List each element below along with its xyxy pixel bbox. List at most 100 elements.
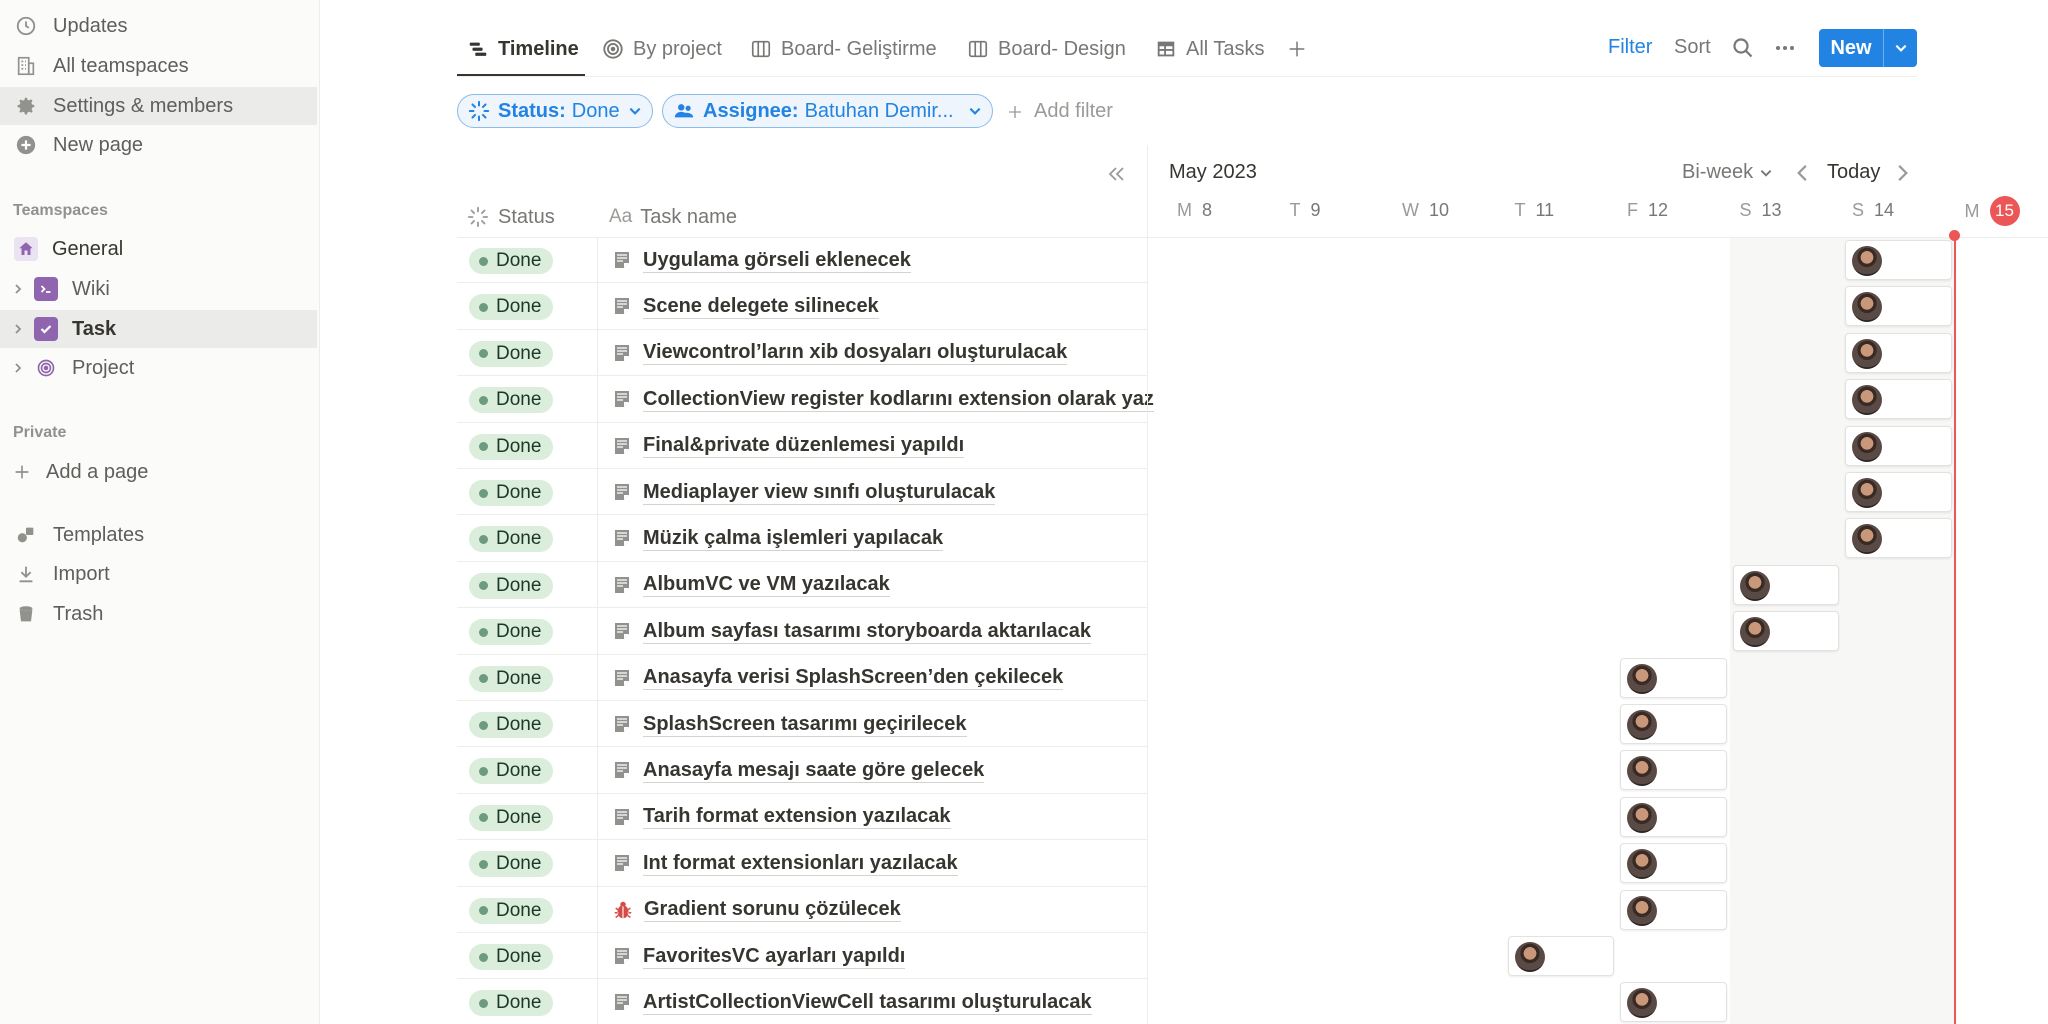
task-name[interactable]: Int format extensionları yazılacak [643, 851, 958, 876]
table-row[interactable]: Done FavoritesVC ayarları yapıldı [457, 933, 1147, 980]
task-name[interactable]: Scene delegete silinecek [643, 294, 879, 319]
timeline-task-card[interactable] [1845, 425, 1952, 466]
timeline-task-card[interactable] [1507, 936, 1614, 976]
task-name-cell[interactable]: Gradient sorunu çözülecek [612, 887, 901, 933]
table-row[interactable]: Done Uygulama görseli eklenecek [457, 237, 1147, 284]
chevron-right-icon[interactable] [12, 283, 26, 295]
table-row[interactable]: Done Scene delegete silinecek [457, 283, 1147, 330]
sidebar-item-trash[interactable]: Trash [0, 595, 317, 633]
timeline-task-card[interactable] [1620, 657, 1727, 698]
status-badge[interactable]: Done [469, 340, 554, 367]
teamspace-general[interactable]: General [0, 230, 317, 268]
task-name-cell[interactable]: ArtistCollectionViewCell tasarımı oluştu… [612, 979, 1092, 1024]
status-badge[interactable]: Done [469, 712, 554, 738]
status-badge[interactable]: Done [469, 758, 554, 785]
task-name[interactable]: ArtistCollectionViewCell tasarımı oluştu… [643, 990, 1092, 1015]
timeline-task-card[interactable] [1845, 240, 1952, 280]
task-name-cell[interactable]: Album sayfası tasarımı storyboarda aktar… [612, 608, 1091, 654]
table-row[interactable]: Done Anasayfa verisi SplashScreen’den çek… [457, 655, 1147, 701]
task-name-cell[interactable]: Tarih format extension yazılacak [612, 794, 951, 840]
column-task-name[interactable]: Aa Task name [609, 196, 737, 238]
teamspace-project[interactable]: Project [0, 349, 317, 387]
add-filter-button[interactable]: Add filter [1006, 100, 1113, 123]
table-row[interactable]: Done Mediaplayer view sınıfı oluşturulaca… [457, 469, 1147, 516]
task-name[interactable]: Anasayfa verisi SplashScreen’den çekilec… [643, 665, 1064, 691]
task-name-cell[interactable]: AlbumVC ve VM yazılacak [612, 562, 890, 608]
table-row[interactable]: Done Int format extensionları yazılacak [457, 840, 1147, 887]
column-status[interactable]: Status [467, 196, 555, 238]
status-badge[interactable]: Done [469, 619, 554, 646]
sidebar-item-settings[interactable]: Settings & members [0, 87, 317, 125]
timeline-task-card[interactable] [1620, 704, 1727, 744]
sidebar-item-updates[interactable]: Updates [0, 7, 317, 45]
task-name-cell[interactable]: Mediaplayer view sınıfı oluşturulacak [612, 469, 996, 515]
table-row[interactable]: Done Album sayfası tasarımı storyboarda a… [457, 608, 1147, 655]
status-badge[interactable]: Done [469, 387, 554, 414]
sidebar-item-all-teamspaces[interactable]: All teamspaces [0, 47, 317, 85]
table-row[interactable]: Done Viewcontrol’ların xib dosyaları oluş… [457, 330, 1147, 377]
chevron-right-icon[interactable] [1893, 163, 1911, 183]
chevron-left-icon[interactable] [1794, 163, 1812, 183]
task-name-cell[interactable]: Viewcontrol’ların xib dosyaları oluşturu… [612, 330, 1068, 376]
tab-by-project[interactable]: By project [602, 32, 722, 66]
status-badge[interactable]: Done [469, 572, 554, 599]
task-name[interactable]: FavoritesVC ayarları yapıldı [643, 944, 906, 969]
sidebar-item-templates[interactable]: Templates [0, 516, 317, 554]
tab-timeline[interactable]: Timeline [467, 32, 579, 66]
task-name-cell[interactable]: Müzik çalma işlemleri yapılacak [612, 515, 944, 561]
task-name[interactable]: Album sayfası tasarımı storyboarda aktar… [643, 619, 1091, 644]
task-name[interactable]: Anasayfa mesajı saate göre gelecek [643, 758, 985, 783]
task-name[interactable]: CollectionView register kodlarını extens… [643, 387, 1154, 412]
task-name-cell[interactable]: Int format extensionları yazılacak [612, 840, 958, 886]
table-row[interactable]: Done Anasayfa mesajı saate göre gelecek [457, 747, 1147, 794]
today-button[interactable]: Today [1827, 161, 1880, 184]
task-name-cell[interactable]: Uygulama görseli eklenecek [612, 237, 911, 283]
status-badge[interactable]: Done [469, 294, 554, 321]
add-view-button[interactable] [1286, 32, 1317, 66]
task-name-cell[interactable]: Scene delegete silinecek [612, 283, 879, 329]
status-badge[interactable]: Done [469, 248, 554, 274]
status-badge[interactable]: Done [469, 480, 554, 506]
task-name[interactable]: Mediaplayer view sınıfı oluşturulacak [643, 480, 996, 505]
add-page-button[interactable]: Add a page [0, 453, 317, 491]
chevron-right-icon[interactable] [12, 362, 26, 374]
more-options-icon[interactable] [1773, 36, 1797, 60]
timeline-task-card[interactable] [1845, 379, 1952, 420]
status-badge[interactable]: Done [469, 944, 554, 970]
assignee-filter-chip[interactable]: Assignee: Batuhan Demir... [662, 94, 993, 128]
task-name[interactable]: Uygulama görseli eklenecek [643, 248, 911, 273]
sidebar-item-new-page[interactable]: New page [0, 126, 317, 164]
timeline-task-card[interactable] [1620, 889, 1727, 930]
status-badge[interactable]: Done [469, 804, 554, 831]
timeline-task-card[interactable] [1845, 518, 1952, 559]
table-row[interactable]: Done Final&private düzenlemesi yapıldı [457, 423, 1147, 469]
timeline-task-card[interactable] [1732, 611, 1839, 652]
tab-board-design[interactable]: Board- Design [967, 32, 1126, 66]
timeline-task-card[interactable] [1845, 332, 1952, 373]
status-badge[interactable]: Done [469, 665, 554, 692]
filter-button[interactable]: Filter [1608, 36, 1652, 59]
table-row[interactable]: Done Tarih format extension yazılacak [457, 794, 1147, 841]
status-badge[interactable]: Done [469, 897, 554, 924]
status-badge[interactable]: Done [469, 433, 554, 460]
range-select[interactable]: Bi-week [1682, 161, 1773, 184]
status-filter-chip[interactable]: Status: Done [457, 94, 653, 128]
collapse-table-icon[interactable] [1104, 162, 1128, 186]
status-badge[interactable]: Done [469, 990, 554, 1017]
search-icon[interactable] [1731, 36, 1755, 60]
timeline-task-card[interactable] [1620, 750, 1727, 791]
chevron-right-icon[interactable] [12, 323, 26, 335]
task-name-cell[interactable]: CollectionView register kodlarını extens… [612, 376, 1154, 422]
timeline-task-card[interactable] [1732, 564, 1839, 605]
task-name-cell[interactable]: Anasayfa verisi SplashScreen’den çekilec… [612, 655, 1064, 701]
table-row[interactable]: Done AlbumVC ve VM yazılacak [457, 562, 1147, 609]
timeline-task-card[interactable] [1620, 982, 1727, 1023]
timeline-task-card[interactable] [1845, 472, 1952, 512]
task-name[interactable]: Viewcontrol’ların xib dosyaları oluşturu… [643, 340, 1068, 366]
task-name-cell[interactable]: SplashScreen tasarımı geçirilecek [612, 701, 967, 747]
table-row[interactable]: Done SplashScreen tasarımı geçirilecek [457, 701, 1147, 748]
status-badge[interactable]: Done [469, 851, 554, 878]
table-row[interactable]: Done CollectionView register kodlarını ex… [457, 376, 1154, 423]
task-name-cell[interactable]: Anasayfa mesajı saate göre gelecek [612, 747, 985, 793]
status-badge[interactable]: Done [469, 526, 554, 553]
